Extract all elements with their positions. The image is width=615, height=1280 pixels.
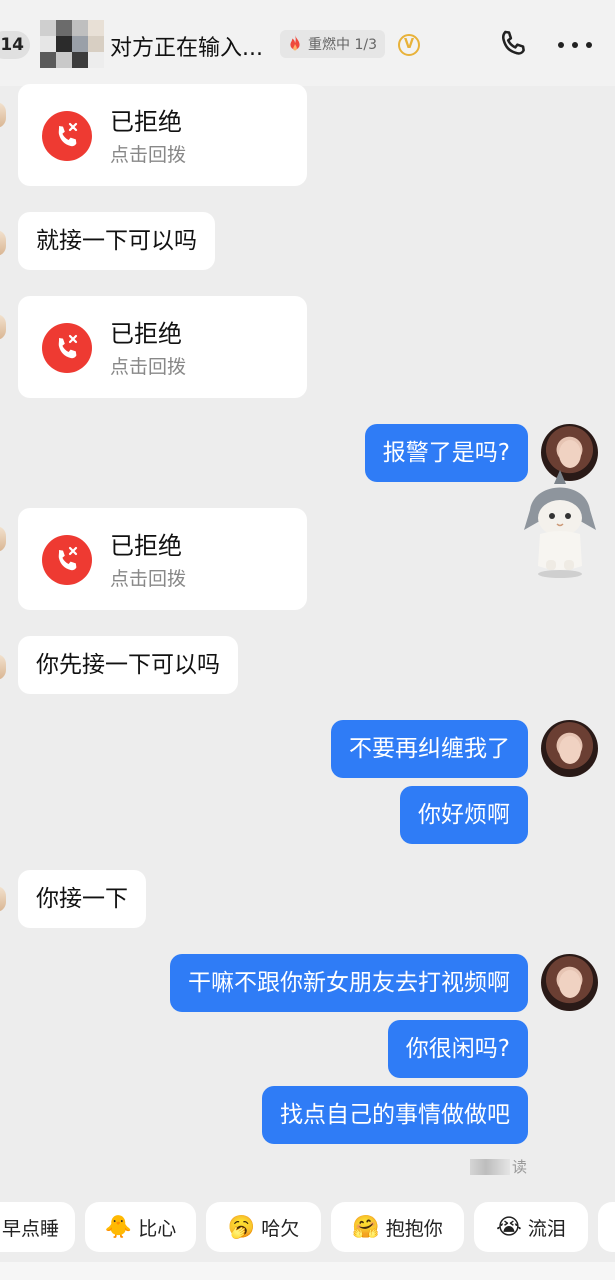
declined-call-icon (42, 535, 92, 585)
quick-reply-chip[interactable] (598, 1202, 615, 1252)
peer-avatar[interactable] (0, 314, 6, 340)
quick-reply-chip[interactable]: 🤗 抱抱你 (331, 1202, 464, 1252)
call-status: 已拒绝 (110, 532, 182, 560)
message-bubble-outgoing[interactable]: 报警了是吗? (364, 424, 528, 482)
peer-avatar[interactable] (0, 886, 6, 912)
input-bar-edge (0, 1262, 615, 1280)
message-bubble-outgoing[interactable]: 干嘛不跟你新女朋友去打视频啊 (170, 954, 528, 1012)
declined-call-card[interactable]: 已拒绝 点击回拨 (18, 84, 307, 186)
yawn-face-icon: 🥱 (227, 1214, 256, 1240)
message-bubble-outgoing[interactable]: 你很闲吗? (387, 1020, 528, 1078)
message-bubble-incoming[interactable]: 你先接一下可以吗 (18, 636, 238, 694)
peer-avatar[interactable] (0, 230, 6, 256)
message-bubble-outgoing[interactable]: 不要再纠缠我了 (331, 720, 528, 778)
more-options-icon[interactable] (558, 42, 592, 50)
call-status: 已拒绝 (110, 108, 182, 136)
flame-icon (290, 34, 300, 51)
my-avatar[interactable] (541, 954, 598, 1011)
declined-call-card[interactable]: 已拒绝 点击回拨 (18, 296, 307, 398)
read-receipt-blur (470, 1158, 510, 1175)
callback-link[interactable]: 点击回拨 (110, 564, 186, 591)
message-bubble-outgoing[interactable]: 找点自己的事情做做吧 (262, 1086, 528, 1144)
declined-call-icon (42, 111, 92, 161)
callback-link[interactable]: 点击回拨 (110, 140, 186, 167)
quick-reply-label: 流泪 (527, 1217, 566, 1240)
declined-call-icon (42, 323, 92, 373)
quick-reply-chip[interactable]: 🐥 比心 (85, 1202, 196, 1252)
peer-avatar[interactable] (0, 102, 6, 128)
peer-avatar[interactable] (0, 654, 6, 680)
read-receipt: 读 (470, 1156, 527, 1177)
quick-reply-label: 哈欠 (261, 1217, 300, 1240)
chat-header: 14 对方正在输入... 重燃中 1/3 V (0, 0, 615, 86)
my-avatar[interactable] (541, 720, 598, 777)
streak-label: 重燃中 1/3 (308, 37, 377, 53)
call-status: 已拒绝 (110, 320, 182, 348)
peer-avatar[interactable] (0, 526, 6, 552)
shark-hood-cat-sticker[interactable] (520, 470, 600, 580)
quick-reply-chip[interactable]: 😭 流泪 (474, 1202, 588, 1252)
vip-icon[interactable]: V (398, 34, 420, 56)
hug-icon: 🤗 (352, 1214, 380, 1240)
back-unread-badge[interactable]: 14 (0, 31, 30, 59)
message-bubble-outgoing[interactable]: 你好烦啊 (400, 786, 528, 844)
quick-reply-chip[interactable]: 早点睡 (0, 1202, 75, 1252)
streak-badge[interactable]: 重燃中 1/3 (280, 30, 385, 58)
quick-reply-label: 比心 (138, 1217, 177, 1240)
quick-reply-chip[interactable]: 🥱 哈欠 (206, 1202, 321, 1252)
phone-call-icon[interactable] (496, 27, 530, 61)
chick-heart-icon: 🐥 (104, 1214, 133, 1240)
contact-avatar[interactable] (40, 20, 104, 68)
crying-face-icon: 😭 (496, 1214, 522, 1240)
message-bubble-incoming[interactable]: 就接一下可以吗 (18, 212, 215, 270)
message-bubble-incoming[interactable]: 你接一下 (18, 870, 146, 928)
quick-reply-bar: 早点睡 🐥 比心 🥱 哈欠 🤗 抱抱你 😭 流泪 (0, 1202, 615, 1254)
quick-reply-label: 抱抱你 (385, 1217, 443, 1240)
read-receipt-label: 读 (512, 1158, 528, 1176)
typing-status-title: 对方正在输入... (110, 36, 263, 61)
callback-link[interactable]: 点击回拨 (110, 352, 186, 379)
declined-call-card[interactable]: 已拒绝 点击回拨 (18, 508, 307, 610)
quick-reply-label: 早点睡 (1, 1217, 59, 1240)
